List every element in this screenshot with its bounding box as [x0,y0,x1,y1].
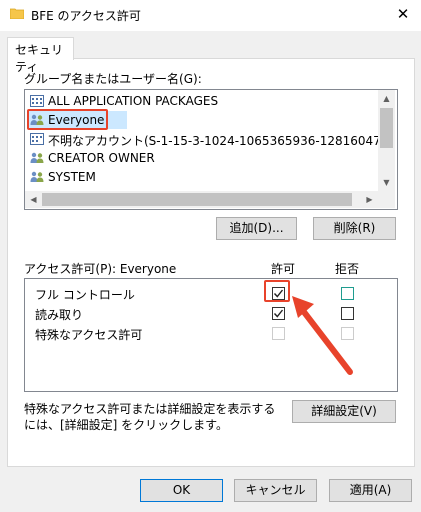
everyone-highlight-box [27,109,108,130]
read-allow-checkbox[interactable] [272,307,285,320]
deny-column-header: 拒否 [335,262,360,276]
add-button[interactable]: 追加(D)... [216,217,297,240]
window-title: BFE のアクセス許可 [31,9,141,23]
footer-note: 特殊なアクセス許可または詳細設定を表示する には、[詳細設定] をクリックします… [24,401,275,433]
app-packages-icon [30,95,44,107]
scroll-left-icon[interactable]: ◀ [25,191,42,208]
ok-button[interactable]: OK [140,479,223,502]
footer-note-line1: 特殊なアクセス許可または詳細設定を表示する [24,402,276,416]
users-group-icon [30,152,44,163]
list-item[interactable]: ALL APPLICATION PACKAGES [27,92,379,110]
permission-name: 読み取り [35,308,84,322]
list-item[interactable]: SYSTEM [27,168,379,186]
permission-name: フル コントロール [35,288,135,302]
permissions-label: アクセス許可(P): Everyone [24,262,177,276]
tab-security[interactable]: セキュリティ [7,37,74,74]
annotation-arrow-icon [292,296,353,375]
list-item-label: 不明なアカウント(S-1-15-3-1024-1065365936-128160… [48,134,379,148]
cancel-button[interactable]: キャンセル [234,479,317,502]
scroll-down-icon[interactable]: ▼ [378,174,395,191]
advanced-button[interactable]: 詳細設定(V) [292,400,396,423]
scroll-up-icon[interactable]: ▲ [378,90,395,107]
list-item-label: CREATOR OWNER [48,151,155,165]
allow-column-header: 許可 [271,262,296,276]
list-item-label: ALL APPLICATION PACKAGES [48,94,219,108]
scroll-right-icon[interactable]: ▶ [361,191,378,208]
users-group-icon [30,171,44,182]
footer-note-line2: には、[詳細設定] をクリックします。 [24,418,228,432]
close-button[interactable]: ✕ [392,4,414,24]
permission-name: 特殊なアクセス許可 [35,328,143,342]
allow-checkbox-highlight-box [264,280,290,302]
apply-button[interactable]: 適用(A) [329,479,412,502]
remove-button[interactable]: 削除(R) [313,217,396,240]
unknown-account-icon [30,133,44,145]
list-item[interactable]: CREATOR OWNER [27,149,379,167]
list-item[interactable]: 不明なアカウント(S-1-15-3-1024-1065365936-128160… [27,130,379,148]
folder-icon [10,8,24,19]
special-allow-checkbox [272,327,285,340]
horizontal-scroll-thumb[interactable] [42,193,352,206]
scroll-corner [378,191,395,208]
list-item-label: SYSTEM [48,170,96,184]
tab-security-label: セキュリティ [15,43,64,74]
vertical-scroll-thumb[interactable] [380,108,393,148]
